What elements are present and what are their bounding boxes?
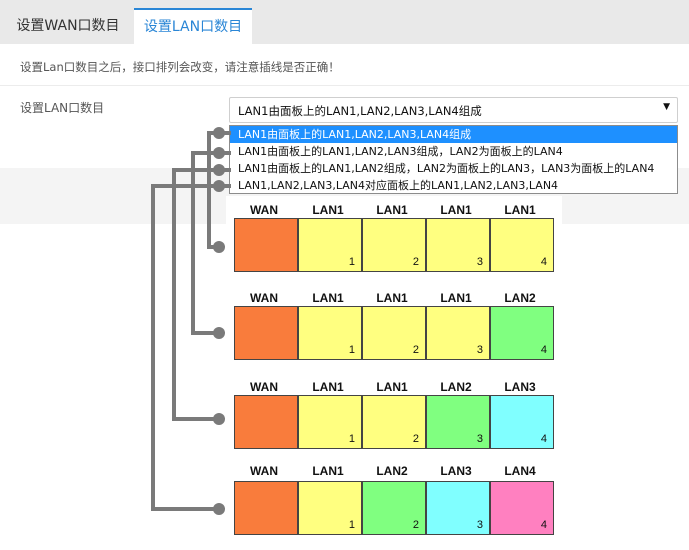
wire-segment <box>172 168 176 421</box>
divider <box>0 85 689 86</box>
port-number: 4 <box>540 519 547 531</box>
wan-port <box>234 306 298 360</box>
triangle-down-icon[interactable]: ▼ <box>663 102 670 112</box>
port-number: 2 <box>412 256 419 268</box>
port-number: 3 <box>476 344 483 356</box>
port-label: LAN1 <box>312 464 344 478</box>
lan-port: 2 <box>362 481 426 535</box>
lan-port: 4 <box>490 481 554 535</box>
lan-port: 2 <box>362 218 426 272</box>
lan-port: 1 <box>298 481 362 535</box>
port-number: 2 <box>412 433 419 445</box>
lan-count-label: 设置LAN口数目 <box>20 101 105 115</box>
lan-port: 3 <box>426 481 490 535</box>
connector-dot <box>213 164 225 176</box>
port-label: WAN <box>250 380 278 394</box>
wire-segment <box>207 131 211 249</box>
port-label: LAN3 <box>440 464 472 478</box>
port-number: 1 <box>348 256 355 268</box>
wan-port <box>234 395 298 449</box>
select-option-1[interactable]: LAN1由面板上的LAN1,LAN2,LAN3,LAN4组成 <box>230 126 677 143</box>
port-number: 2 <box>412 519 419 531</box>
select-value: LAN1由面板上的LAN1,LAN2,LAN3,LAN4组成 <box>238 104 482 118</box>
port-label: LAN2 <box>504 291 536 305</box>
lan-port: 3 <box>426 306 490 360</box>
select-option-2[interactable]: LAN1由面板上的LAN1,LAN2,LAN3组成，LAN2为面板上的LAN4 <box>230 143 677 160</box>
port-label: LAN1 <box>376 380 408 394</box>
port-label: LAN1 <box>312 203 344 217</box>
lan-port: 3 <box>426 218 490 272</box>
select-dropdown-list: LAN1由面板上的LAN1,LAN2,LAN3,LAN4组成 LAN1由面板上的… <box>229 125 678 194</box>
wire-segment <box>151 507 221 511</box>
port-diagrams: WAN LAN1 LAN1 LAN1 LAN1 1 2 3 4 WAN LAN1… <box>226 196 562 550</box>
wire-segment <box>191 151 195 335</box>
port-number: 3 <box>476 433 483 445</box>
port-label: LAN1 <box>440 203 472 217</box>
lan-port: 4 <box>490 395 554 449</box>
tab-set-wan-count[interactable]: 设置WAN口数目 <box>6 8 130 44</box>
connector-dot <box>213 327 225 339</box>
lan-port: 3 <box>426 395 490 449</box>
port-label: LAN1 <box>312 291 344 305</box>
lan-port: 1 <box>298 395 362 449</box>
select-option-4[interactable]: LAN1,LAN2,LAN3,LAN4对应面板上的LAN1,LAN2,LAN3,… <box>230 177 677 194</box>
port-number: 2 <box>412 344 419 356</box>
port-number: 4 <box>540 344 547 356</box>
port-label: LAN1 <box>376 203 408 217</box>
top-strip <box>0 0 689 8</box>
port-label: LAN3 <box>504 380 536 394</box>
port-label: LAN1 <box>440 291 472 305</box>
lan-port: 4 <box>490 306 554 360</box>
lan-port: 2 <box>362 306 426 360</box>
port-label: LAN1 <box>504 203 536 217</box>
wire-segment <box>151 184 155 511</box>
port-label: WAN <box>250 464 278 478</box>
wan-port <box>234 218 298 272</box>
port-number: 4 <box>540 256 547 268</box>
port-label: LAN2 <box>440 380 472 394</box>
lan-port: 2 <box>362 395 426 449</box>
connector-dot <box>213 147 225 159</box>
port-label: WAN <box>250 203 278 217</box>
connector-dot <box>213 241 225 253</box>
port-number: 4 <box>540 433 547 445</box>
tab-set-lan-count[interactable]: 设置LAN口数目 <box>134 8 252 44</box>
hint-text: 设置Lan口数目之后，接口排列会改变，请注意插线是否正确！ <box>20 60 340 74</box>
select-option-3[interactable]: LAN1由面板上的LAN1,LAN2组成，LAN2为面板上的LAN3，LAN3为… <box>230 160 677 177</box>
wire-segment <box>191 151 231 155</box>
connector-dot <box>213 180 225 192</box>
connector-dot <box>213 503 225 515</box>
lan-port: 4 <box>490 218 554 272</box>
port-number: 1 <box>348 519 355 531</box>
port-number: 1 <box>348 433 355 445</box>
lan-port: 1 <box>298 306 362 360</box>
port-label: LAN4 <box>504 464 536 478</box>
lan-count-select[interactable]: LAN1由面板上的LAN1,LAN2,LAN3,LAN4组成 ▼ <box>229 97 678 123</box>
port-number: 3 <box>476 519 483 531</box>
port-number: 3 <box>476 256 483 268</box>
port-label: LAN2 <box>376 464 408 478</box>
port-number: 1 <box>348 344 355 356</box>
lan-port: 1 <box>298 218 362 272</box>
connector-dot <box>213 413 225 425</box>
tab-bar: 设置WAN口数目 设置LAN口数目 <box>0 8 689 44</box>
port-label: LAN1 <box>312 380 344 394</box>
port-label: WAN <box>250 291 278 305</box>
port-label: LAN1 <box>376 291 408 305</box>
wan-port <box>234 481 298 535</box>
connector-dot <box>213 127 225 139</box>
